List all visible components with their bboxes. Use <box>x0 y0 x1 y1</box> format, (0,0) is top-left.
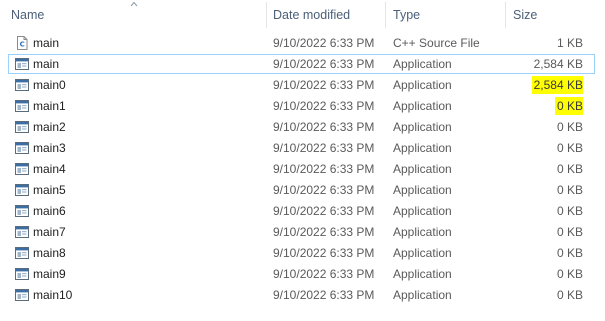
date-modified: 9/10/2022 6:33 PM <box>273 225 375 239</box>
file-name: main7 <box>33 225 66 239</box>
file-size: 2,584 KB <box>533 57 583 71</box>
date-modified: 9/10/2022 6:33 PM <box>273 120 375 134</box>
date-modified: 9/10/2022 6:33 PM <box>273 246 375 260</box>
file-name: main1 <box>33 99 66 113</box>
date-modified: 9/10/2022 6:33 PM <box>273 204 375 218</box>
file-size: 0 KB <box>556 183 583 197</box>
file-size: 0 KB <box>554 97 583 115</box>
application-icon <box>15 78 29 92</box>
file-name: main9 <box>33 267 66 281</box>
file-name: main4 <box>33 162 66 176</box>
date-modified: 9/10/2022 6:33 PM <box>273 57 375 71</box>
application-icon <box>15 120 29 134</box>
file-type: Application <box>393 183 452 197</box>
file-name: main6 <box>33 204 66 218</box>
column-header-bar: Name Date modified Type Size <box>0 0 605 32</box>
file-name: main <box>33 36 60 50</box>
file-size: 0 KB <box>556 204 583 218</box>
column-header-date-modified[interactable]: Date modified <box>273 0 350 32</box>
file-name: main3 <box>33 141 66 155</box>
date-modified: 9/10/2022 6:33 PM <box>273 267 375 281</box>
application-icon <box>15 99 29 113</box>
file-row[interactable]: main4 9/10/2022 6:33 PM Application 0 KB <box>8 159 595 179</box>
date-modified: 9/10/2022 6:33 PM <box>273 183 375 197</box>
file-row[interactable]: Cmain 9/10/2022 6:33 PM C++ Source File 1 K… <box>8 33 595 53</box>
application-icon <box>15 225 29 239</box>
column-divider[interactable] <box>266 2 267 28</box>
file-name: main5 <box>33 183 66 197</box>
date-modified: 9/10/2022 6:33 PM <box>273 162 375 176</box>
application-icon <box>15 288 29 302</box>
date-modified: 9/10/2022 6:33 PM <box>273 99 375 113</box>
file-size: 0 KB <box>556 288 583 302</box>
file-row[interactable]: main3 9/10/2022 6:33 PM Application 0 KB <box>8 138 595 158</box>
file-type: Application <box>393 141 452 155</box>
file-size: 0 KB <box>556 141 583 155</box>
file-type: Application <box>393 246 452 260</box>
file-size: 0 KB <box>556 246 583 260</box>
date-modified: 9/10/2022 6:33 PM <box>273 36 375 50</box>
file-type: Application <box>393 162 452 176</box>
file-size: 2,584 KB <box>531 76 583 94</box>
application-icon <box>15 204 29 218</box>
file-type: Application <box>393 225 452 239</box>
file-type: C++ Source File <box>393 36 480 50</box>
application-icon <box>15 141 29 155</box>
file-type: Application <box>393 57 452 71</box>
date-modified: 9/10/2022 6:33 PM <box>273 288 375 302</box>
file-row[interactable]: main5 9/10/2022 6:33 PM Application 0 KB <box>8 180 595 200</box>
svg-text:C: C <box>20 41 25 49</box>
date-modified: 9/10/2022 6:33 PM <box>273 78 375 92</box>
file-size: 0 KB <box>556 225 583 239</box>
file-row[interactable]: main10 9/10/2022 6:33 PM Application 0 KB <box>8 285 595 305</box>
column-divider[interactable] <box>505 2 506 28</box>
file-name: main2 <box>33 120 66 134</box>
file-size: 0 KB <box>556 267 583 281</box>
column-header-size[interactable]: Size <box>513 0 537 32</box>
file-row[interactable]: main8 9/10/2022 6:33 PM Application 0 KB <box>8 243 595 263</box>
application-icon <box>15 183 29 197</box>
application-icon <box>15 57 29 71</box>
application-icon <box>15 246 29 260</box>
file-row[interactable]: main9 9/10/2022 6:33 PM Application 0 KB <box>8 264 595 284</box>
file-type: Application <box>393 78 452 92</box>
file-type: Application <box>393 267 452 281</box>
file-name: main0 <box>33 78 66 92</box>
sort-ascending-icon <box>130 1 138 7</box>
file-name: main8 <box>33 246 66 260</box>
column-divider[interactable] <box>385 2 386 28</box>
file-row[interactable]: main2 9/10/2022 6:33 PM Application 0 KB <box>8 117 595 137</box>
file-type: Application <box>393 288 452 302</box>
file-size: 0 KB <box>556 162 583 176</box>
file-name: main <box>33 57 60 71</box>
file-row[interactable]: main7 9/10/2022 6:33 PM Application 0 KB <box>8 222 595 242</box>
application-icon <box>15 162 29 176</box>
file-row[interactable]: main1 9/10/2022 6:33 PM Application 0 KB <box>8 96 595 116</box>
column-header-type[interactable]: Type <box>393 0 420 32</box>
file-row[interactable]: main6 9/10/2022 6:33 PM Application 0 KB <box>8 201 595 221</box>
application-icon <box>15 267 29 281</box>
file-size: 1 KB <box>556 36 583 50</box>
date-modified: 9/10/2022 6:33 PM <box>273 141 375 155</box>
file-name: main10 <box>33 288 73 302</box>
file-type: Application <box>393 204 452 218</box>
file-row[interactable]: main0 9/10/2022 6:33 PM Application 2,584 K… <box>8 75 595 95</box>
file-type: Application <box>393 99 452 113</box>
file-type: Application <box>393 120 452 134</box>
cpp-source-file-icon: C <box>15 36 29 50</box>
column-header-name[interactable]: Name <box>11 0 44 32</box>
file-row[interactable]: main 9/10/2022 6:33 PM Application 2,584 KB <box>8 54 595 74</box>
file-size: 0 KB <box>556 120 583 134</box>
